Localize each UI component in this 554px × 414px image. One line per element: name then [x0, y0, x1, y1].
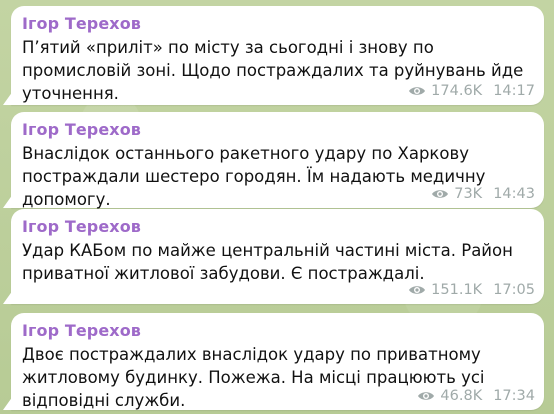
message-meta: 174.6K 14:17 [408, 83, 535, 99]
message-views: 46.8K [440, 388, 483, 404]
message-author[interactable]: Ігор Терехов [22, 120, 533, 140]
message-views: 151.1K [431, 282, 483, 298]
message-text: Удар КАБом по майже центральній частині … [22, 241, 513, 283]
eye-icon [431, 188, 449, 200]
message-bubble[interactable]: Ігор Терехов Двоє постраждалих внаслідок… [11, 313, 544, 410]
eye-icon [408, 284, 426, 296]
message-views: 174.6K [431, 83, 483, 99]
message-time: 17:05 [493, 282, 535, 298]
message-time: 14:43 [493, 186, 535, 202]
chat-history: Ігор Терехов П’ятий «приліт» по місту за… [0, 0, 554, 414]
message-author[interactable]: Ігор Терехов [22, 14, 533, 34]
message-meta: 46.8K 17:34 [417, 388, 535, 404]
message-meta: 73K 14:43 [431, 186, 535, 202]
message-bubble[interactable]: Ігор Терехов П’ятий «приліт» по місту за… [11, 6, 544, 105]
message-author[interactable]: Ігор Терехов [22, 321, 533, 341]
message-time: 14:17 [493, 83, 535, 99]
message-time: 17:34 [493, 388, 535, 404]
message-bubble[interactable]: Ігор Терехов Внаслідок останнього ракетн… [11, 112, 544, 209]
message-meta: 151.1K 17:05 [408, 282, 535, 298]
message-bubble[interactable]: Ігор Терехов Удар КАБом по майже централ… [11, 209, 544, 304]
eye-icon [408, 85, 426, 97]
message-author[interactable]: Ігор Терехов [22, 217, 533, 237]
eye-icon [417, 390, 435, 402]
message-views: 73K [454, 186, 483, 202]
